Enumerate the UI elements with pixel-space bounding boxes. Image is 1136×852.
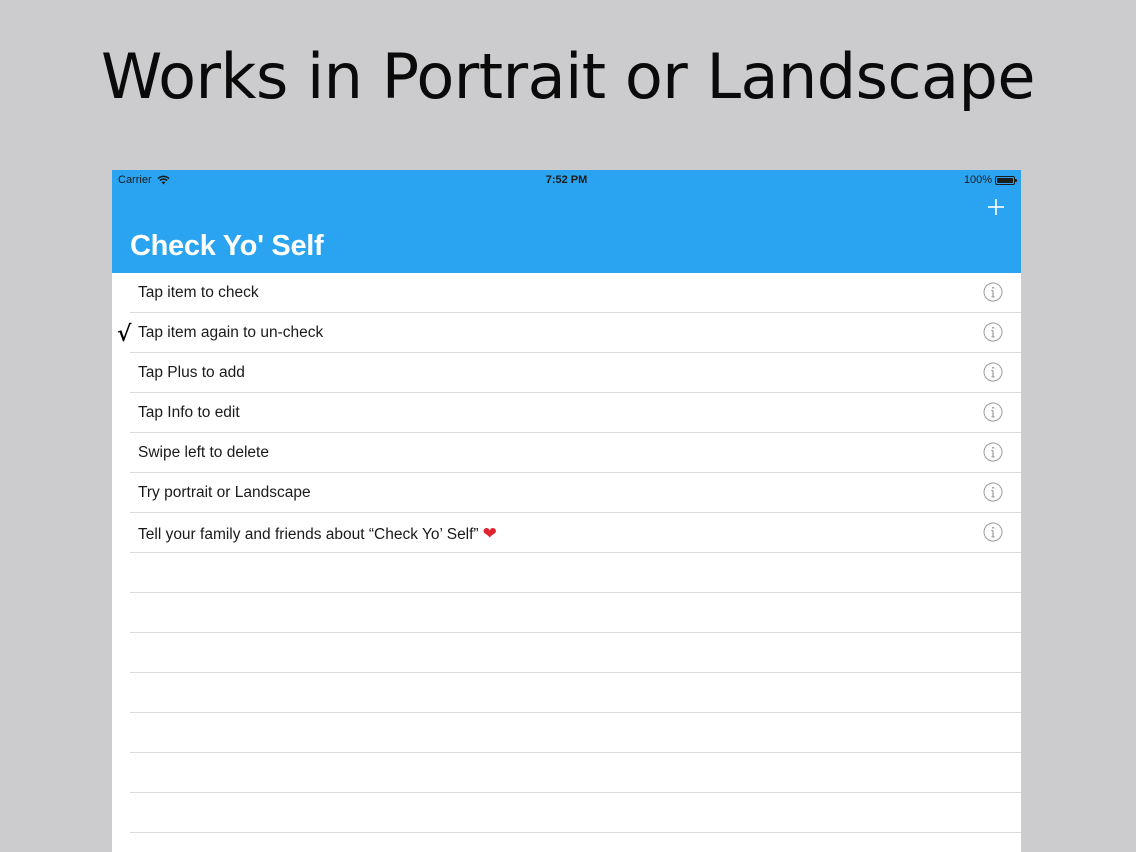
info-icon <box>983 402 1003 422</box>
list-item[interactable]: Swipe left to delete <box>112 433 1021 473</box>
navigation-bar: Carrier 7:52 PM 100% Check Yo' Self <box>112 170 1021 273</box>
add-item-button[interactable] <box>985 196 1007 218</box>
promo-title: Works in Portrait or Landscape <box>100 40 1036 113</box>
list-item[interactable]: Tap Plus to add <box>112 353 1021 393</box>
list-item-label: Try portrait or Landscape <box>138 484 311 502</box>
empty-row <box>112 793 1021 833</box>
info-button[interactable] <box>983 322 1003 342</box>
list-item[interactable]: Tell your family and friends about “Chec… <box>112 513 1021 553</box>
list-item-label: Tap Plus to add <box>138 364 245 382</box>
info-button[interactable] <box>983 522 1003 542</box>
checklist: Tap item to check √ Tap item again to un-c… <box>112 273 1021 852</box>
battery-icon <box>995 175 1017 185</box>
list-item-text: Tap item to check <box>138 284 259 301</box>
list-item[interactable]: Tap Info to edit <box>112 393 1021 433</box>
empty-row <box>112 713 1021 753</box>
list-item-label: Tap Info to edit <box>138 404 240 422</box>
list-item[interactable]: Tap item to check <box>112 273 1021 313</box>
list-item[interactable]: √ Tap item again to un-check <box>112 313 1021 353</box>
list-item-text: Swipe left to delete <box>138 444 269 461</box>
info-button[interactable] <box>983 282 1003 302</box>
info-icon <box>983 442 1003 462</box>
status-time: 7:52 PM <box>545 174 588 186</box>
empty-row <box>112 553 1021 593</box>
list-item-label: Tell your family and friends about “Chec… <box>138 524 497 544</box>
info-icon <box>983 322 1003 342</box>
heart-icon: ❤ <box>482 524 497 543</box>
battery-indicator: 100% <box>963 174 1017 186</box>
list-item-text: Tap Plus to add <box>138 364 245 381</box>
info-icon <box>983 282 1003 302</box>
info-button[interactable] <box>983 402 1003 422</box>
checkmark-icon: √ <box>117 321 132 347</box>
list-item-label: Tap item again to un-check <box>138 324 323 342</box>
device-screen: Carrier 7:52 PM 100% Check Yo' Self Tap … <box>112 170 1021 852</box>
list-item-text: Tell your family and friends about “Chec… <box>138 526 479 543</box>
empty-row <box>112 753 1021 793</box>
info-button[interactable] <box>983 442 1003 462</box>
battery-percent: 100% <box>963 174 992 186</box>
list-item-text: Tap Info to edit <box>138 404 240 421</box>
info-icon <box>983 482 1003 502</box>
list-item-text: Try portrait or Landscape <box>138 484 311 501</box>
list-item-label: Swipe left to delete <box>138 444 269 462</box>
info-button[interactable] <box>983 482 1003 502</box>
empty-row <box>112 633 1021 673</box>
list-item[interactable]: Try portrait or Landscape <box>112 473 1021 513</box>
empty-row <box>112 673 1021 713</box>
info-icon <box>983 362 1003 382</box>
info-icon <box>983 522 1003 542</box>
status-bar: Carrier 7:52 PM 100% <box>112 170 1021 190</box>
plus-icon <box>988 199 1004 215</box>
list-item-text: Tap item again to un-check <box>138 324 324 341</box>
empty-row <box>112 833 1021 852</box>
nav-title: Check Yo' Self <box>130 230 324 262</box>
info-button[interactable] <box>983 362 1003 382</box>
empty-row <box>112 593 1021 633</box>
list-item-label: Tap item to check <box>138 284 259 302</box>
